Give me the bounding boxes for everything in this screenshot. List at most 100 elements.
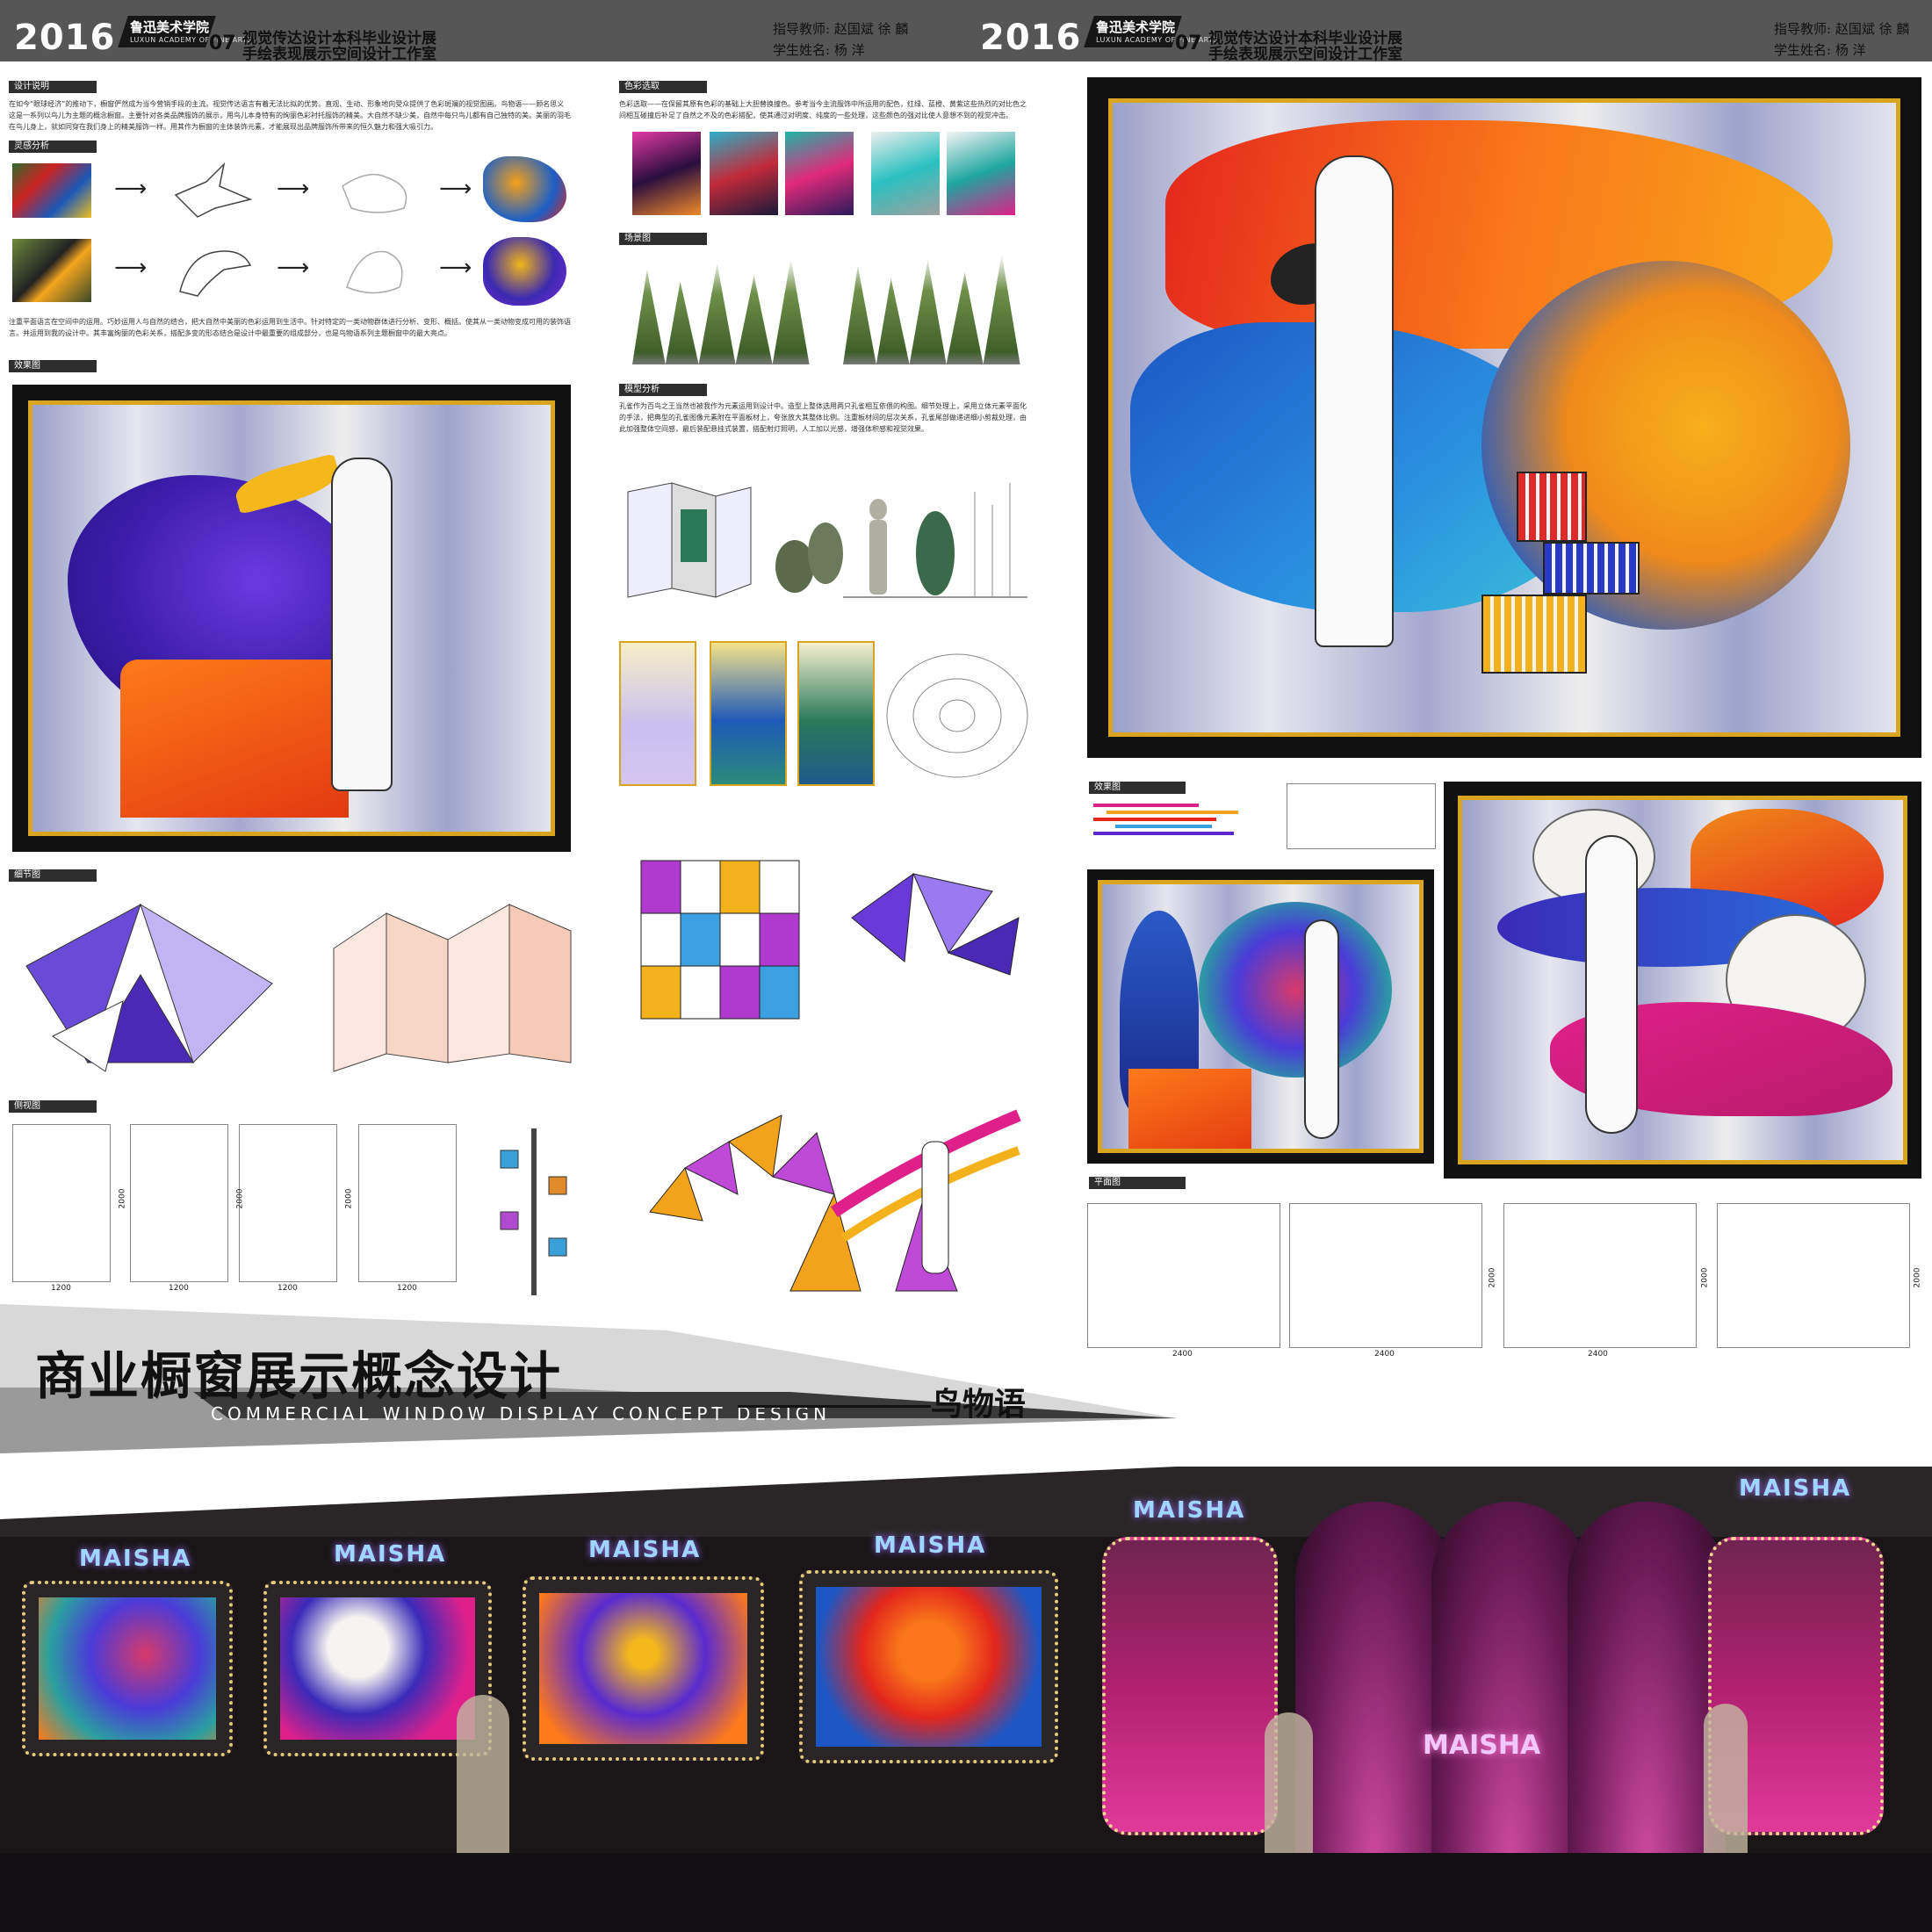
window-art: [816, 1587, 1042, 1747]
design-text: 在如今“眼球经济”的推动下，橱窗俨然成为当今营销手段的主流。视觉传达语言有着无法…: [9, 100, 571, 131]
parrot-sketch-2: [334, 160, 422, 221]
render-peacock-window: [1087, 869, 1434, 1164]
shop-window-peacock: [22, 1581, 233, 1756]
peacock-tail: [1199, 902, 1392, 1078]
arrow-icon: ⟶: [114, 255, 148, 281]
header-advisor: 指导教师: 赵国斌 徐 麟: [1774, 21, 1910, 37]
school-name-cn: 鲁迅美术学院: [1096, 19, 1176, 35]
header-title-2: 手绘表现展示空间设计工作室: [1208, 46, 1402, 63]
plan-height-label: 2000: [1913, 1267, 1922, 1288]
peacock-panel-2: [710, 641, 787, 786]
plan-view-3: [1503, 1203, 1697, 1348]
header-left: 2016 鲁迅美术学院 LUXUN ACADEMY OF FINE ARTS 0…: [0, 0, 966, 63]
peacock-sketch: [883, 645, 1032, 786]
plan-height-label: 2000: [1700, 1267, 1710, 1288]
store-arch-left: [1295, 1502, 1453, 1871]
color-stripes-icon: [1093, 804, 1238, 835]
window-backdrop: [1108, 98, 1900, 737]
plan-view-4: [1717, 1203, 1910, 1348]
model-human-scale: [843, 474, 1027, 606]
shop-sign: MAISHA: [874, 1532, 987, 1559]
mini-plan-sketch: [1287, 783, 1436, 849]
section-tag-side: 侧视图: [9, 1100, 97, 1113]
color-blocks-structure: [632, 852, 834, 1071]
toucan-sketch-2: [334, 239, 422, 302]
main-title-sub: 鸟物语: [931, 1387, 1027, 1423]
plan-height-label: 2000: [1488, 1267, 1497, 1288]
window-art: [539, 1593, 747, 1744]
section-tag-inspiration: 灵感分析: [9, 141, 97, 153]
arrow-icon: ⟶: [114, 176, 148, 202]
section-tag-color: 色彩选取: [619, 81, 707, 93]
color-swatch-5: [947, 132, 1015, 215]
human-scale-icon: [843, 483, 1027, 598]
main-title-cn: 商业橱窗展示概念设计: [35, 1346, 563, 1406]
header-number: 07: [209, 32, 236, 54]
peacock-outline-icon: [886, 653, 1028, 778]
folding-screen-icon: [333, 904, 572, 1072]
section-tag-detail: 细节图: [9, 869, 97, 882]
color-text: 色彩选取——在保留其原有色彩的基础上大胆替换撞色。参考当今主流服饰中所运用的配色…: [619, 100, 1027, 119]
parrot-render-small: [483, 156, 566, 222]
scene-trees-1: [632, 257, 810, 364]
bird-outline-icon: [174, 162, 253, 218]
color-swatch-2: [710, 132, 778, 215]
peacock-cluster-icon: [775, 523, 843, 593]
toucan-outline-icon: [346, 250, 403, 294]
side-height-label: 2000: [235, 1188, 245, 1209]
purple-triangles: [843, 865, 1032, 979]
gift-box-red: [1517, 472, 1587, 542]
color-block-icon: [640, 860, 800, 1020]
header-year: 2016: [14, 18, 116, 58]
toucan-outline-icon: [179, 250, 252, 297]
header-advisor: 指导教师: 赵国斌 徐 麟: [773, 21, 909, 37]
color-stripe-legend: [1089, 799, 1256, 843]
section-tag-plan: 平面图: [1089, 1177, 1186, 1189]
header-student: 学生姓名: 杨 洋: [773, 42, 865, 58]
title-underline: [738, 1405, 931, 1408]
peacock-panel-1: [619, 641, 696, 786]
arrow-icon: ⟶: [439, 255, 472, 281]
header-title-2: 手绘表现展示空间设计工作室: [242, 46, 436, 63]
detail-triangles-1: [18, 887, 281, 1080]
side-width-label: 1200: [278, 1284, 298, 1293]
header-year: 2016: [980, 18, 1082, 58]
render-toucan-window: [12, 385, 571, 852]
color-swatch-1: [632, 132, 701, 215]
store-arch-center: [1431, 1502, 1590, 1871]
peacock-panel-3: [797, 641, 875, 786]
shop-sign: MAISHA: [1739, 1475, 1852, 1502]
render-eagle-window: [1444, 782, 1921, 1179]
store-side-window-left: [1102, 1537, 1278, 1835]
shop-sign: MAISHA: [1133, 1497, 1246, 1524]
side-view-4: [358, 1124, 457, 1282]
bird-outline-icon: [342, 173, 407, 213]
mannequin: [1315, 155, 1394, 647]
plan-width-label: 2400: [1588, 1350, 1608, 1359]
parrot-orange: [1481, 261, 1850, 630]
orange-drape: [1128, 1069, 1251, 1149]
shop-sign: MAISHA: [588, 1537, 702, 1563]
display-pole-icon: [500, 1128, 567, 1295]
window-art: [280, 1597, 475, 1740]
side-width-label: 1200: [397, 1284, 417, 1293]
street-scene: MAISHA MAISHA MAISHA MAISHA MAISHA MAISH…: [0, 1467, 1932, 1932]
toucan-sketch-1: [171, 239, 259, 302]
triangle-structure-icon: [25, 903, 273, 1072]
shop-sign: MAISHA: [334, 1541, 447, 1568]
side-width-label: 1200: [51, 1284, 71, 1293]
side-height-label: 2000: [344, 1188, 354, 1209]
color-swatch-4: [871, 132, 940, 215]
parrot-sketch-1: [171, 160, 259, 221]
section-tag-model: 模型分析: [619, 384, 707, 396]
arrow-icon: ⟶: [439, 176, 472, 202]
window-backdrop: [1458, 796, 1907, 1164]
mannequin: [1585, 835, 1638, 1134]
side-view-3: [239, 1124, 337, 1282]
gift-box-yellow: [1481, 595, 1587, 674]
side-height-label: 2000: [118, 1188, 127, 1209]
triangle-structure-icon: [851, 872, 1020, 976]
model-stones: [768, 492, 847, 597]
parrot-photo: [12, 163, 91, 218]
gift-box-blue: [1543, 542, 1640, 595]
